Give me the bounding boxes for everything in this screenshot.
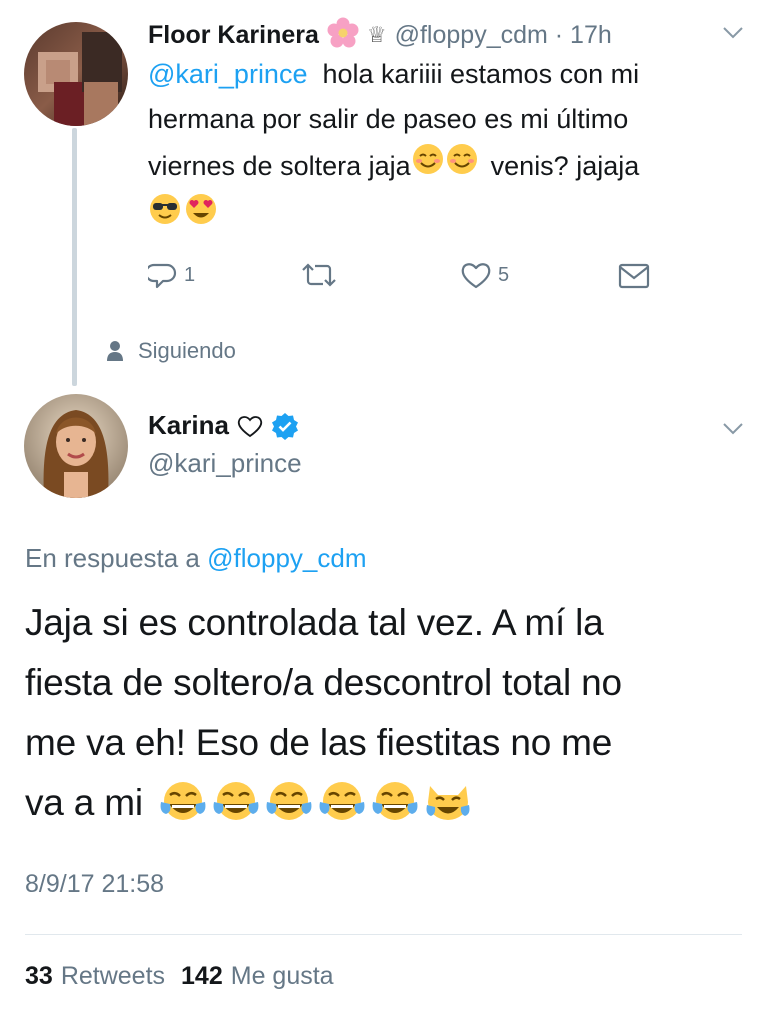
mention-link[interactable]: @kari_prince — [148, 59, 307, 89]
reply-context-prefix: En respuesta a — [25, 543, 200, 573]
reply-icon — [148, 263, 177, 289]
following-indicator: Siguiendo — [106, 338, 236, 364]
cat-tears-of-joy-emoji — [426, 786, 470, 820]
likes-stat[interactable]: 142 Me gusta — [181, 962, 334, 991]
author-display-name[interactable]: Floor Karinera — [148, 21, 319, 50]
smiling-emoji — [411, 142, 445, 190]
avatar-floor-karinera[interactable] — [24, 22, 128, 126]
tweet-text-line: fiesta de soltero/a descontrol total no — [25, 662, 622, 703]
divider — [25, 934, 742, 935]
verified-badge-icon — [271, 412, 298, 440]
reply-context: En respuesta a @floppy_cdm — [25, 543, 366, 574]
likes-count: 142 — [181, 962, 223, 990]
tweet-stats: 33 Retweets 142 Me gusta — [25, 962, 334, 991]
tweet-text-segment: va a mi — [25, 782, 143, 823]
tweet-text-line: me va eh! Eso de las fiestitas no me — [25, 722, 613, 763]
tears-of-joy-emoji — [319, 782, 365, 820]
chevron-down-icon[interactable] — [722, 26, 744, 40]
crown-icon: ♕ — [366, 22, 387, 47]
retweet-icon — [302, 263, 336, 287]
tears-of-joy-emoji — [160, 782, 206, 820]
tweet-text-segment: viernes de soltera jaja — [148, 150, 411, 181]
like-button[interactable]: 5 — [460, 260, 509, 290]
tears-of-joy-emoji — [266, 782, 312, 820]
author-handle[interactable]: @kari_prince — [148, 448, 302, 479]
retweets-label: Retweets — [60, 962, 166, 990]
author-handle-time: @floppy_cdm · 17h — [394, 20, 612, 49]
tweet-emoji-line — [148, 192, 748, 240]
likes-label: Me gusta — [230, 962, 334, 990]
reply-count: 1 — [184, 263, 196, 286]
reply-to-link[interactable]: @floppy_cdm — [207, 543, 366, 573]
flower-emoji — [327, 17, 359, 54]
tweet-text-line: hermana por salir de paseo es mi último — [148, 104, 629, 134]
tweet-text-line: viernes de soltera jaja venis? jajaja — [148, 142, 748, 190]
thread-connector-line — [72, 128, 77, 386]
tweet-text-segment: venis? jajaja — [490, 150, 640, 181]
tweet-text-line: @kari_prince hola kariiii estamos con mi — [148, 52, 748, 97]
retweets-stat[interactable]: 33 Retweets — [25, 962, 165, 991]
smiling-emoji — [445, 142, 479, 190]
retweet-button[interactable] — [300, 260, 338, 290]
like-icon — [461, 263, 491, 289]
person-icon — [107, 341, 123, 361]
reply-button[interactable]: 1 — [148, 260, 195, 290]
tweet-timestamp[interactable]: 8/9/17 21:58 — [25, 870, 164, 899]
chevron-down-icon[interactable] — [722, 422, 744, 436]
tears-of-joy-emoji — [213, 782, 259, 820]
retweets-count: 33 — [25, 962, 53, 990]
sunglasses-emoji — [148, 192, 182, 240]
like-count: 5 — [498, 263, 510, 286]
direct-message-button[interactable] — [618, 262, 650, 290]
tweet-text-line: va a mi — [25, 773, 755, 833]
dm-icon — [618, 263, 650, 289]
tweet-text-segment: hola kariiii estamos con mi — [322, 59, 640, 89]
avatar-karina[interactable] — [24, 394, 128, 498]
following-label: Siguiendo — [138, 338, 236, 363]
author-display-name[interactable]: Karina — [148, 410, 229, 441]
heart-eyes-emoji — [184, 192, 218, 240]
tweet-text-line: Jaja si es controlada tal vez. A mí la — [25, 602, 604, 643]
heart-outline-icon — [237, 415, 263, 437]
tears-of-joy-emoji — [372, 782, 418, 820]
main-tweet-text: Jaja si es controlada tal vez. A mí la f… — [25, 593, 755, 833]
